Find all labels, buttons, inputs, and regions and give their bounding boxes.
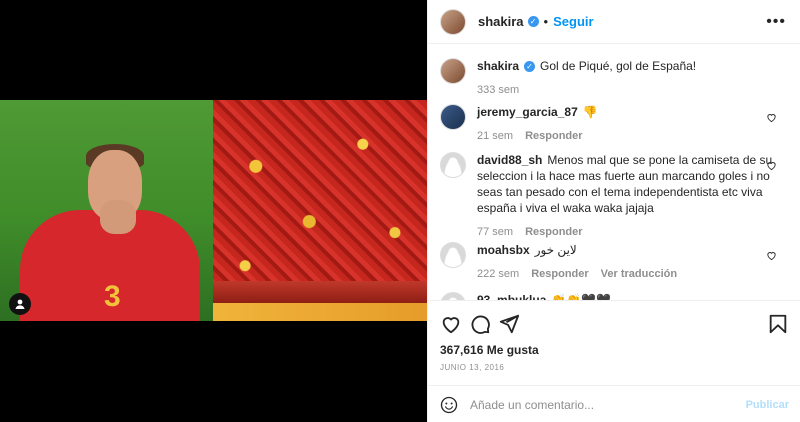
like-heart-icon[interactable] xyxy=(440,313,462,335)
comment-age: 222 sem xyxy=(477,268,520,280)
comment-icon[interactable] xyxy=(469,313,491,335)
shirt-number: 3 xyxy=(104,280,121,313)
comment-age: 77 sem xyxy=(477,226,514,238)
comment-composer: Publicar xyxy=(428,385,800,422)
heart-icon[interactable] xyxy=(766,250,777,261)
tagged-user-button[interactable] xyxy=(9,293,31,315)
follow-button[interactable]: Seguir xyxy=(553,14,593,29)
publish-button[interactable]: Publicar xyxy=(746,399,789,411)
share-icon[interactable] xyxy=(498,313,520,335)
commenter-avatar[interactable] xyxy=(440,242,466,268)
author-username[interactable]: shakira xyxy=(478,14,524,29)
see-translation-button[interactable]: Ver traducción xyxy=(601,268,677,280)
heart-icon[interactable] xyxy=(766,112,777,123)
comments-list[interactable]: shakira ✓ Gol de Piqué, gol de España! 333… xyxy=(428,44,800,300)
verified-badge-icon: ✓ xyxy=(527,16,539,27)
comment-item: moahsbx لاين خور 222 sem Responder Ver trad… xyxy=(440,242,785,282)
comment-input[interactable] xyxy=(470,394,730,416)
commenter-avatar[interactable] xyxy=(440,152,466,178)
reply-button[interactable]: Responder xyxy=(525,226,582,238)
user-icon xyxy=(15,299,25,309)
comment-text: 👏👏🖤🖤 xyxy=(551,293,612,300)
comment-username[interactable]: david88_sh xyxy=(477,153,542,167)
likes-count[interactable]: 367,616 Me gusta xyxy=(440,343,539,357)
action-bar xyxy=(428,300,800,344)
post-date[interactable]: JUNIO 13, 2016 xyxy=(440,363,504,372)
caption-age: 333 sem xyxy=(477,84,520,96)
commenter-avatar[interactable] xyxy=(440,104,466,130)
player-hand xyxy=(100,200,136,234)
caption-username[interactable]: shakira xyxy=(477,59,519,73)
crowd-image xyxy=(213,100,427,321)
more-options-icon[interactable]: ••• xyxy=(766,13,786,31)
reply-button[interactable]: Responder xyxy=(531,268,588,280)
comment-item: 93_mbuklua 👏👏🖤🖤 xyxy=(440,292,785,300)
comment-username[interactable]: 93_mbuklua xyxy=(477,293,546,300)
caption: shakira ✓ Gol de Piqué, gol de España! 333… xyxy=(440,58,785,98)
comment-username[interactable]: moahsbx xyxy=(477,243,530,257)
heart-icon[interactable] xyxy=(766,160,777,171)
reply-button[interactable]: Responder xyxy=(525,130,582,142)
post-panel: shakira ✓ • Seguir ••• shakira ✓ Gol de Pi… xyxy=(427,0,800,422)
save-bookmark-icon[interactable] xyxy=(767,313,789,335)
author-avatar[interactable] xyxy=(440,8,466,35)
comment-username[interactable]: jeremy_garcia_87 xyxy=(477,105,578,119)
ad-banner xyxy=(213,303,427,321)
post-media[interactable]: 3 xyxy=(0,0,427,422)
comment-item: jeremy_garcia_87 👎 21 sem Responder xyxy=(440,104,785,144)
player-image: 3 xyxy=(0,100,213,321)
comment-text: 👎 xyxy=(582,105,598,119)
comment-item: david88_sh Menos mal que se pone la camis… xyxy=(440,152,785,240)
emoji-icon[interactable] xyxy=(440,396,458,414)
caption-text: Gol de Piqué, gol de España! xyxy=(540,59,697,73)
post-header: shakira ✓ • Seguir ••• xyxy=(428,0,800,44)
separator-dot: • xyxy=(543,14,549,29)
author-avatar[interactable] xyxy=(440,58,466,84)
verified-badge-icon: ✓ xyxy=(524,61,536,73)
commenter-avatar[interactable] xyxy=(440,292,466,300)
comment-age: 21 sem xyxy=(477,130,514,142)
comment-text: لاين خور xyxy=(534,243,577,257)
